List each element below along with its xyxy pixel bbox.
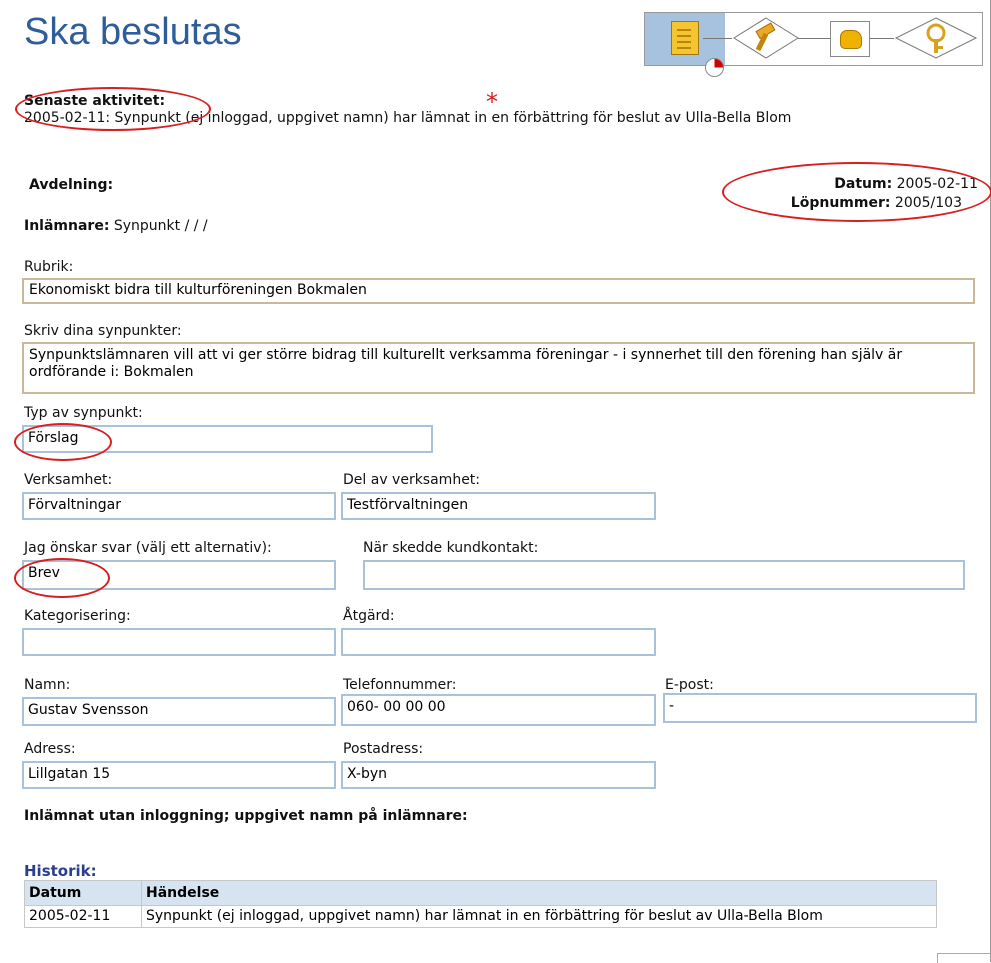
del-field[interactable]: Testförvaltningen	[341, 492, 656, 520]
hand-icon[interactable]	[830, 21, 870, 57]
postadress-field[interactable]: X-byn	[341, 761, 656, 789]
kontakt-field[interactable]	[363, 560, 965, 590]
kontakt-label: När skedde kundkontakt:	[363, 540, 539, 556]
history-table: Datum Händelse 2005-02-11 Synpunkt (ej i…	[24, 880, 937, 928]
page: Ska beslutas Senaste aktivitet: 2005-02-…	[0, 0, 991, 963]
submitter-label: Inlämnare:	[24, 218, 110, 234]
key-icon[interactable]	[894, 17, 978, 59]
kategorisering-field[interactable]	[22, 628, 336, 656]
annotation-ellipse-type	[14, 423, 112, 461]
synpunkter-textarea[interactable]: Synpunktslämnaren vill att vi ger större…	[22, 342, 975, 394]
submitted-note: Inlämnat utan inloggning; uppgivet namn …	[24, 808, 468, 824]
workflow-connector	[798, 38, 830, 39]
adress-field[interactable]: Lillgatan 15	[22, 761, 336, 789]
workflow-connector	[868, 38, 894, 39]
asterisk-annotation: *	[486, 88, 498, 116]
workflow-steps	[644, 12, 983, 77]
telefon-field[interactable]: 060- 00 00 00	[341, 694, 656, 726]
rubrik-label: Rubrik:	[24, 259, 74, 275]
department-label: Avdelning:	[29, 177, 114, 193]
annotation-ellipse-latest-activity	[15, 87, 211, 131]
typ-label: Typ av synpunkt:	[24, 405, 143, 421]
submitter-value: Synpunkt / / /	[113, 218, 208, 234]
annotation-ellipse-date-serial	[722, 162, 991, 222]
verksamhet-label: Verksamhet:	[24, 472, 113, 488]
svar-label: Jag önskar svar (välj ett alternativ):	[24, 540, 272, 556]
submitter-row: Inlämnare: Synpunkt / / /	[24, 217, 208, 235]
postadress-label: Postadress:	[343, 741, 424, 757]
gavel-icon[interactable]	[733, 17, 799, 59]
status-pie-icon	[705, 58, 724, 77]
history-event-cell: Synpunkt (ej inloggad, uppgivet namn) ha…	[141, 905, 937, 928]
history-header-row: Datum Händelse	[24, 880, 937, 906]
kategorisering-label: Kategorisering:	[24, 608, 131, 624]
rubrik-field[interactable]: Ekonomiskt bidra till kulturföreningen B…	[22, 278, 975, 304]
annotation-ellipse-reply	[14, 558, 110, 598]
table-row: 2005-02-11 Synpunkt (ej inloggad, uppgiv…	[24, 905, 937, 928]
epost-field[interactable]: -	[663, 693, 977, 723]
adress-label: Adress:	[24, 741, 76, 757]
namn-field[interactable]: Gustav Svensson	[22, 697, 336, 726]
synpunkter-label: Skriv dina synpunkter:	[24, 323, 182, 339]
atgard-label: Åtgärd:	[343, 608, 395, 624]
epost-label: E-post:	[665, 677, 714, 693]
telefon-label: Telefonnummer:	[343, 677, 457, 693]
atgard-field[interactable]	[341, 628, 656, 656]
workflow-connector	[703, 38, 732, 39]
history-column-header: Datum	[24, 880, 142, 906]
document-icon[interactable]	[671, 21, 699, 55]
history-column-header: Händelse	[141, 880, 937, 906]
history-date-cell: 2005-02-11	[24, 905, 142, 928]
page-title: Ska beslutas	[24, 11, 242, 53]
verksamhet-field[interactable]: Förvaltningar	[22, 492, 336, 520]
del-label: Del av verksamhet:	[343, 472, 481, 488]
history-title: Historik:	[24, 862, 97, 880]
namn-label: Namn:	[24, 677, 71, 693]
